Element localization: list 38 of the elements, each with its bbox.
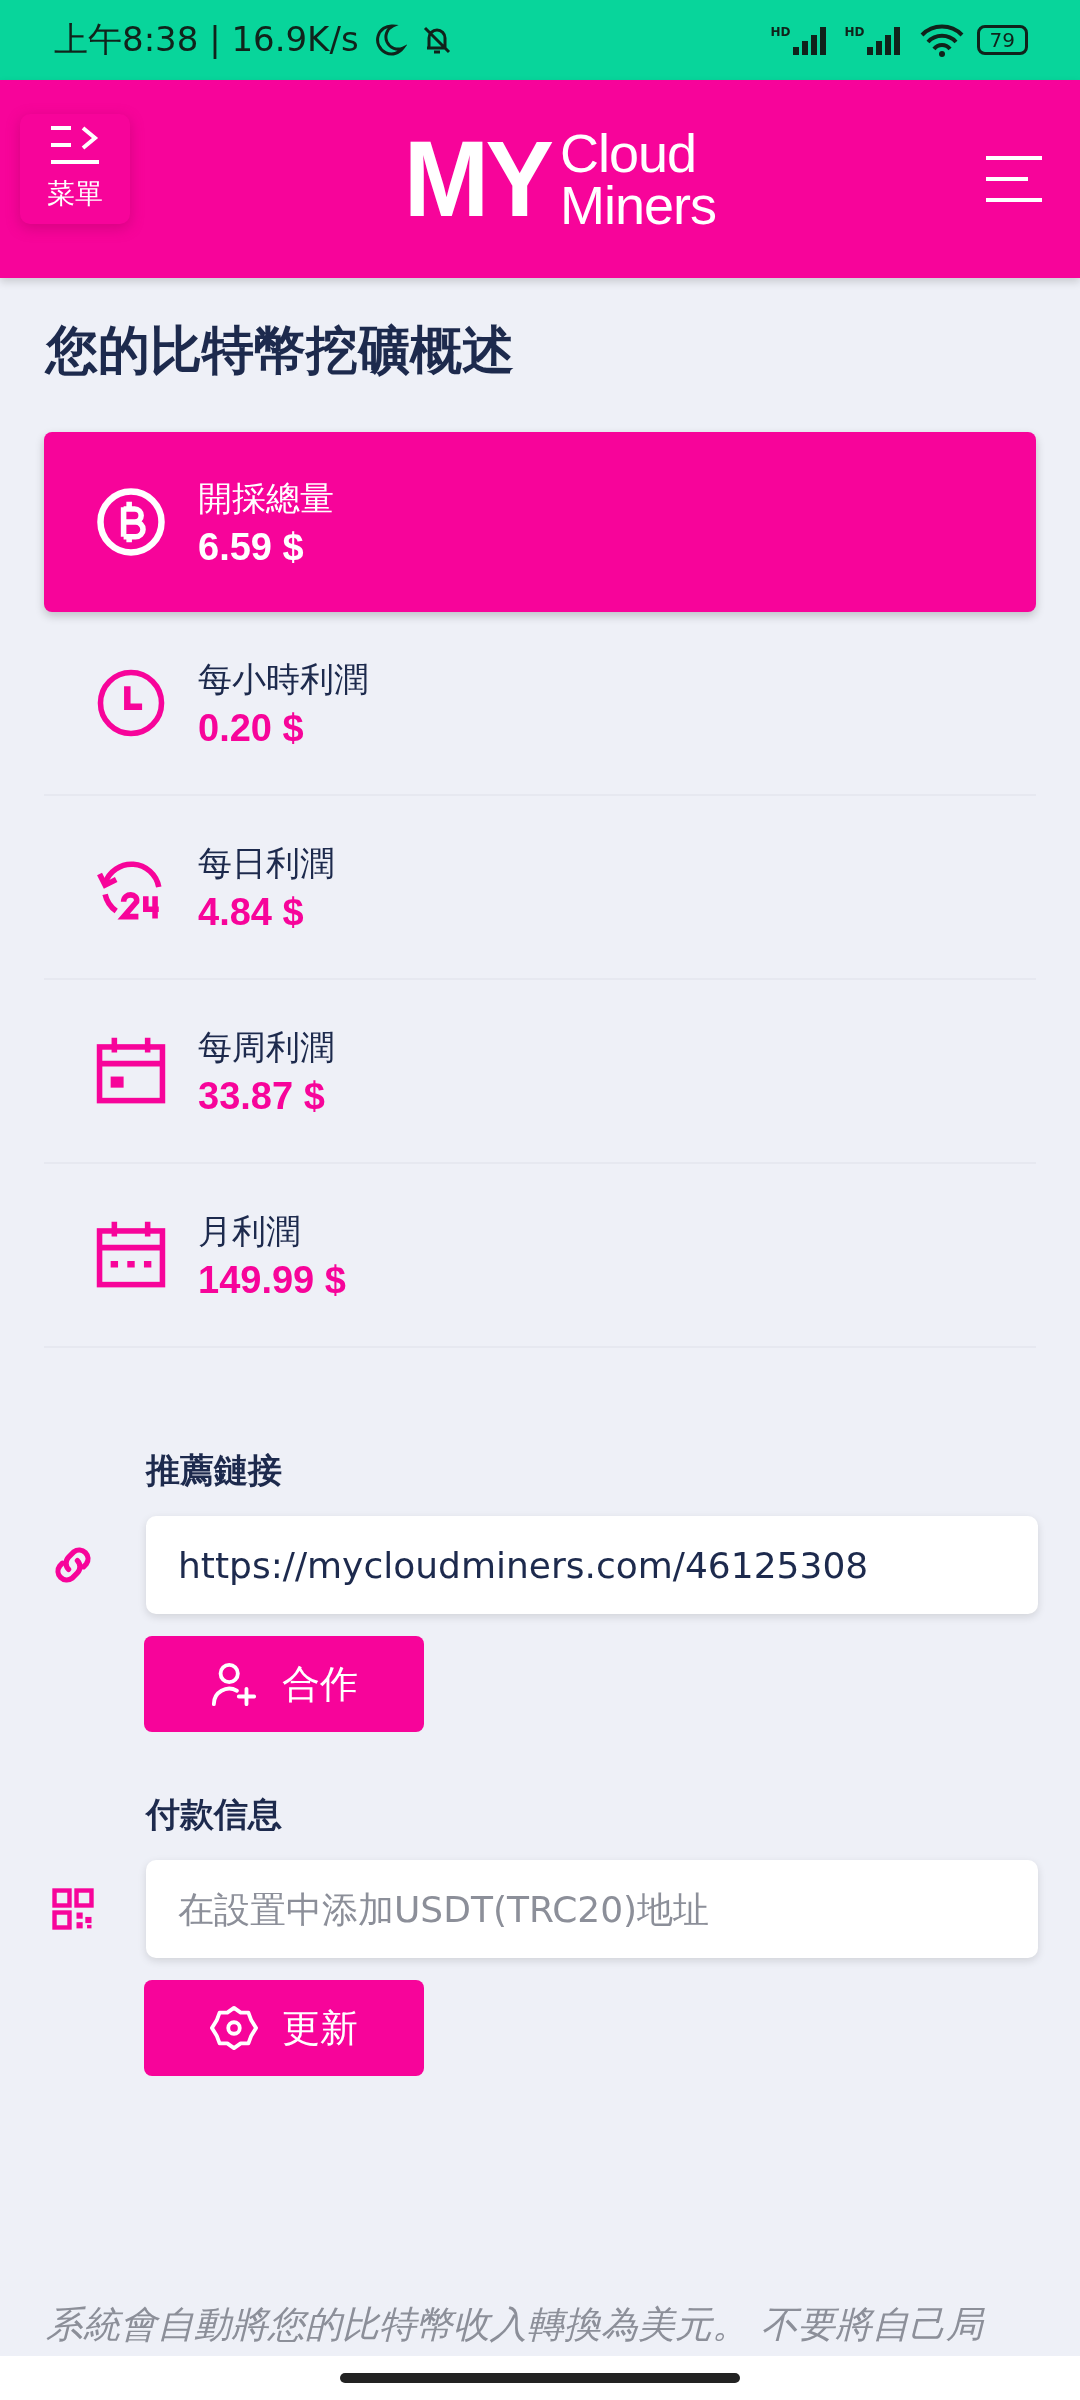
action-button[interactable]: 合作 [144, 1636, 424, 1732]
network-label: HD [770, 25, 791, 39]
logo-text: Miners [560, 179, 716, 231]
stat-value: 149.99 $ [198, 1258, 346, 1302]
stat-value: 33.87 $ [198, 1074, 326, 1118]
link-field[interactable]: https://mycloudminers.com/46125308 [146, 1516, 1038, 1614]
stat-label: 開採總量 [198, 476, 334, 520]
stat-row[interactable]: 開採總量 6.59 $ [44, 432, 1036, 612]
logo-text: Cloud [560, 127, 698, 179]
menu-button[interactable]: 菜單 [20, 114, 130, 224]
battery-level: 79 [976, 25, 1028, 55]
stat-value: 6.59 $ [198, 525, 305, 569]
page-title: 您的比特幣挖礦概述 [43, 319, 515, 382]
address-field[interactable]: 在設置中添加USDT(TRC20)地址 [146, 1860, 1038, 1958]
stat-row[interactable]: 月利潤 149.99 $ [44, 1164, 1036, 1348]
menu-icon[interactable] [986, 154, 1042, 204]
add-user-icon [210, 1660, 258, 1708]
status-time: 上午8:38 | 16.9K/s [54, 18, 359, 61]
action-button[interactable]: 更新 [144, 1980, 424, 2076]
menu-icon [49, 125, 101, 165]
qr-code-icon [51, 1887, 95, 1931]
stat-value: 0.20 $ [198, 706, 305, 750]
network-label: HD [844, 25, 865, 39]
stat-label: 月利潤 [198, 1209, 301, 1253]
stat-label: 每日利潤 [198, 841, 334, 885]
stat-row[interactable]: 每小時利潤 0.20 $ [44, 612, 1036, 796]
section-label: 推薦鏈接 [146, 1449, 283, 1492]
gear-icon [210, 2004, 258, 2052]
info-note: 系統會自動將您的比特幣收入轉換為美元。 不要將自己局 [46, 2302, 983, 2348]
logo-mark: MY [403, 125, 551, 233]
stat-label: 每小時利潤 [198, 657, 368, 701]
stat-label: 每周利潤 [198, 1025, 334, 1069]
coin-icon [94, 485, 168, 559]
stat-row[interactable]: 每周利潤 33.87 $ [44, 980, 1036, 1164]
stat-row[interactable]: 每日利潤 4.84 $ [44, 796, 1036, 980]
section-label: 付款信息 [146, 1793, 283, 1836]
wifi-icon [918, 23, 965, 57]
stat-value: 4.84 $ [198, 890, 305, 934]
